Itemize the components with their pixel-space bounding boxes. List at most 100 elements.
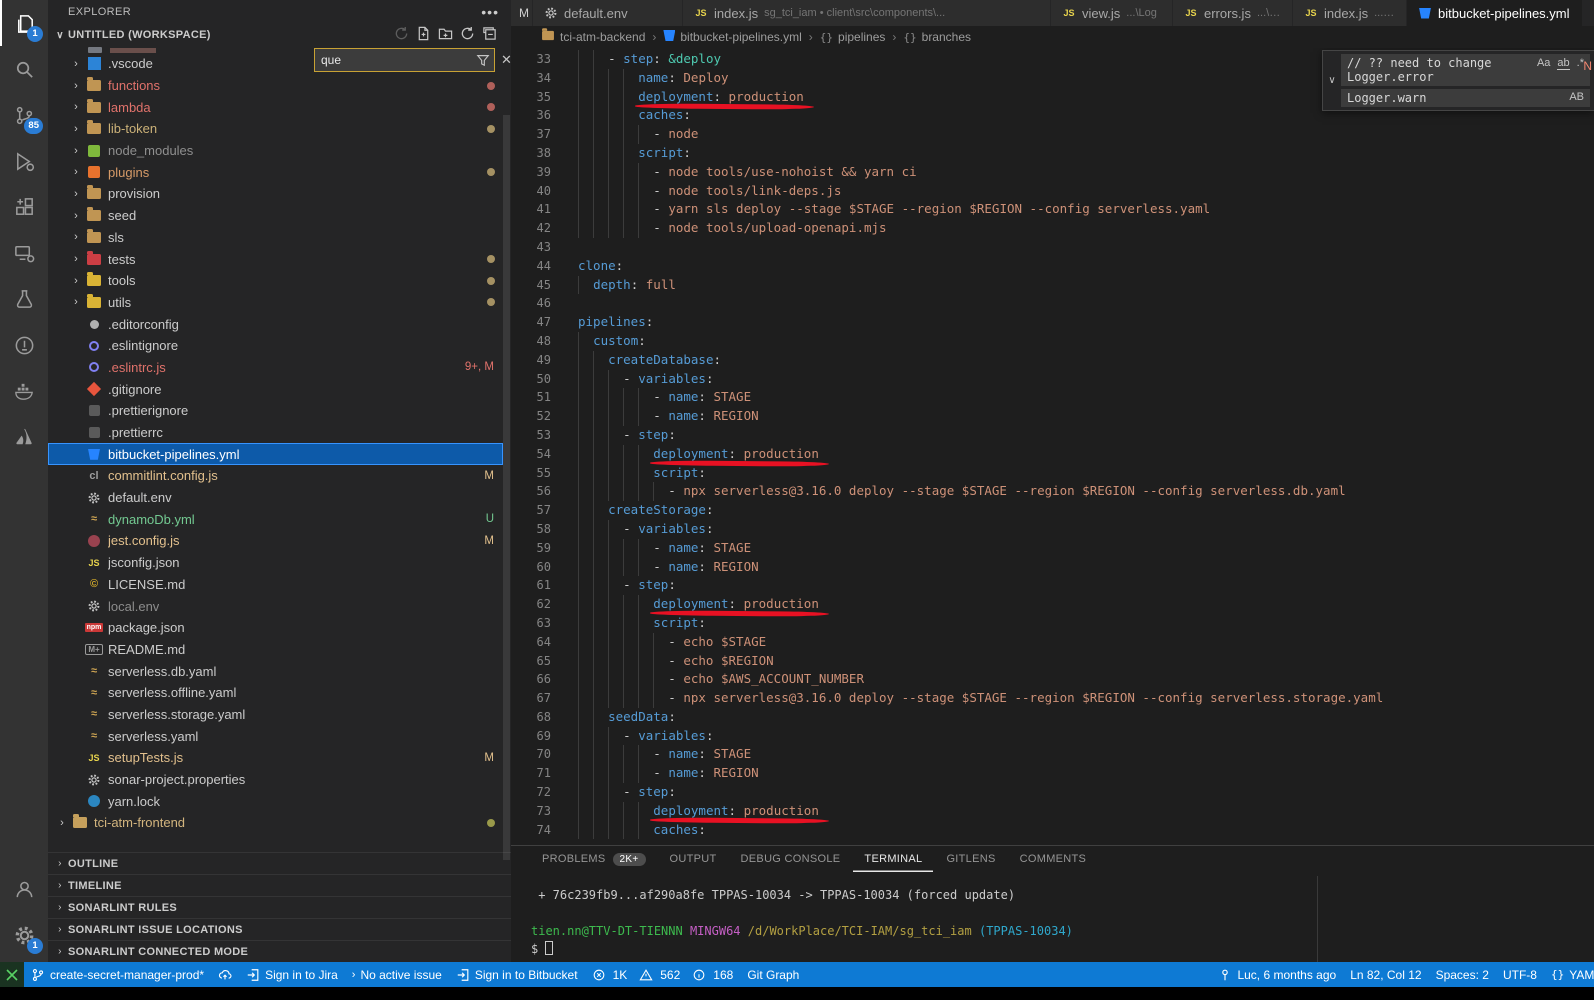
atlassian-icon[interactable] [0, 414, 48, 460]
sidebar-section-sonarlint-connected-mode[interactable]: ›SONARLINT CONNECTED MODE [48, 940, 511, 962]
docker-icon[interactable] [0, 368, 48, 414]
panel-tab-debug-console[interactable]: DEBUG CONSOLE [730, 846, 852, 872]
tree-item-serverless-yaml[interactable]: ≈serverless.yaml [48, 725, 503, 747]
sidebar-section-outline[interactable]: ›OUTLINE [48, 852, 511, 874]
tree-item-default-env[interactable]: default.env [48, 487, 503, 509]
terminal[interactable]: + 76c239fb9...af290a8fe TPPAS-10034 -> T… [511, 886, 1594, 959]
sidebar-section-timeline[interactable]: ›TIMELINE [48, 874, 511, 896]
tree-item-serverless-storage-yaml[interactable]: ≈serverless.storage.yaml [48, 704, 503, 726]
source-control-icon[interactable]: 85 [0, 92, 48, 138]
tree-item-jsconfig-json[interactable]: JSjsconfig.json [48, 552, 503, 574]
panel-tab-terminal[interactable]: TERMINAL [853, 846, 933, 872]
refresh-icon[interactable] [394, 26, 409, 44]
breadcrumb-item-branches[interactable]: {}branches [903, 30, 971, 44]
run-debug-icon[interactable] [0, 138, 48, 184]
tree-item--prettierrc[interactable]: .prettierrc [48, 422, 503, 444]
tree-item-sls[interactable]: ›sls [48, 227, 503, 249]
tab-errors-js[interactable]: JSerrors.js...\core [1173, 0, 1293, 26]
tree-item-license-md[interactable]: ©LICENSE.md [48, 574, 503, 596]
tree-item-provision[interactable]: ›provision [48, 183, 503, 205]
tree-item-readme-md[interactable]: M+README.md [48, 639, 503, 661]
new-file-icon[interactable] [416, 26, 431, 44]
account-icon[interactable] [0, 866, 48, 912]
workspace-header[interactable]: ∨ UNTITLED (WORKSPACE) [48, 24, 511, 46]
tree-item-commitlint-config-js[interactable]: clcommitlint.config.jsM [48, 465, 503, 487]
tree-item-tests[interactable]: ›tests [48, 248, 503, 270]
gitlens-icon[interactable] [0, 322, 48, 368]
sidebar-section-sonarlint-rules[interactable]: ›SONARLINT RULES [48, 896, 511, 918]
tree-item-setuptests-js[interactable]: JSsetupTests.jsM [48, 747, 503, 769]
statusbar-jira-signin[interactable]: Sign in to Jira [239, 962, 345, 987]
tree-item-sonar-project-properties[interactable]: sonar-project.properties [48, 769, 503, 791]
statusbar-language-mode[interactable]: {}YAML [1544, 962, 1594, 987]
new-folder-icon[interactable] [438, 26, 453, 44]
tree-item-bitbucket-pipelines-yml[interactable]: bitbucket-pipelines.yml [48, 443, 503, 465]
collapse-all-icon[interactable] [482, 26, 497, 44]
refresh-icon[interactable] [460, 26, 475, 44]
tab-partial[interactable]: M [511, 0, 533, 26]
whole-word-icon[interactable]: ab [1557, 57, 1569, 70]
more-actions-icon[interactable]: ••• [481, 4, 499, 20]
panel-tab-comments[interactable]: COMMENTS [1009, 846, 1098, 872]
tree-item--eslintignore[interactable]: .eslintignore [48, 335, 503, 357]
extensions-icon[interactable] [0, 184, 48, 230]
preserve-case-icon[interactable]: AB [1569, 91, 1584, 105]
tree-item-serverless-db-yaml[interactable]: ≈serverless.db.yaml [48, 660, 503, 682]
statusbar-cursor-position[interactable]: Ln 82, Col 12 [1343, 962, 1428, 987]
match-case-icon[interactable]: Aa [1537, 57, 1550, 70]
find-input[interactable]: // ?? need to change Aa ab .* Logger.err… [1341, 54, 1590, 86]
tree-item-tci-atm-frontend[interactable]: ›tci-atm-frontend [48, 812, 503, 834]
panel-tab-problems[interactable]: PROBLEMS2K+ [531, 846, 657, 872]
tab-index-js[interactable]: JSindex.js...\Admin [1293, 0, 1407, 26]
breadcrumb-item-pipelines[interactable]: {}pipelines [820, 30, 886, 44]
tree-item-node-modules[interactable]: ›node_modules [48, 140, 503, 162]
tree-item--editorconfig[interactable]: .editorconfig [48, 313, 503, 335]
testing-icon[interactable] [0, 276, 48, 322]
tree-item-yarn-lock[interactable]: yarn.lock [48, 790, 503, 812]
filter-funnel-icon[interactable] [476, 53, 490, 67]
code-area[interactable]: 33 - step: &deploy34 name: Deploy35 depl… [511, 48, 1594, 839]
tree-item-plugins[interactable]: ›plugins [48, 161, 503, 183]
statusbar-git-graph[interactable]: Git Graph [740, 962, 806, 987]
tree-item-utils[interactable]: ›utils [48, 292, 503, 314]
close-icon[interactable]: ✕ [501, 52, 512, 68]
replace-input[interactable]: Logger.warn AB [1341, 89, 1590, 107]
tree-item-local-env[interactable]: local.env [48, 595, 503, 617]
statusbar-active-issue[interactable]: ›No active issue [345, 962, 449, 987]
statusbar-indentation[interactable]: Spaces: 2 [1429, 962, 1496, 987]
panel-tab-output[interactable]: OUTPUT [659, 846, 728, 872]
statusbar-remote-indicator[interactable] [0, 962, 24, 987]
statusbar-blame[interactable]: Luc, 6 months ago [1211, 962, 1343, 987]
tab-view-js[interactable]: JSview.js...\Log [1051, 0, 1173, 26]
tree-item-seed[interactable]: ›seed [48, 205, 503, 227]
sidebar-section-sonarlint-issue-locations[interactable]: ›SONARLINT ISSUE LOCATIONS [48, 918, 511, 940]
statusbar-problems[interactable]: 1K562168 [585, 962, 741, 987]
tab-bitbucket-pipelines-yml[interactable]: bitbucket-pipelines.yml [1407, 0, 1583, 26]
panel-tab-gitlens[interactable]: GITLENS [935, 846, 1006, 872]
tree-item--eslintrc-js[interactable]: .eslintrc.js9+, M [48, 357, 503, 379]
tree-item-jest-config-js[interactable]: jest.config.jsM [48, 530, 503, 552]
tree-item-serverless-offline-yaml[interactable]: ≈serverless.offline.yaml [48, 682, 503, 704]
sidebar-scrollbar[interactable] [503, 115, 510, 860]
remote-explorer-icon[interactable] [0, 230, 48, 276]
breadcrumb-item-bitbucket-pipelines-yml[interactable]: bitbucket-pipelines.yml [663, 30, 801, 44]
tree-item-package-json[interactable]: npmpackage.json [48, 617, 503, 639]
tree-item-functions[interactable]: ›functions [48, 75, 503, 97]
breadcrumb-item-tci-atm-backend[interactable]: tci-atm-backend [541, 30, 645, 44]
statusbar-bitbucket-signin[interactable]: Sign in to Bitbucket [449, 962, 585, 987]
tree-item-tools[interactable]: ›tools [48, 270, 503, 292]
statusbar-encoding[interactable]: UTF-8 [1496, 962, 1544, 987]
tree-item--prettierignore[interactable]: .prettierignore [48, 400, 503, 422]
tree-item-dynamodb-yml[interactable]: ≈dynamoDb.ymlU [48, 508, 503, 530]
statusbar-publish[interactable] [211, 962, 239, 987]
editor[interactable]: 33 - step: &deploy34 name: Deploy35 depl… [511, 48, 1594, 845]
tree-item-lib-token[interactable]: ›lib-token [48, 118, 503, 140]
breadcrumb[interactable]: tci-atm-backend›bitbucket-pipelines.yml›… [511, 26, 1594, 48]
toggle-replace-chevron-icon[interactable]: ∨ [1323, 51, 1341, 110]
tab-default-env[interactable]: default.env [533, 0, 683, 26]
tree-item-lambda[interactable]: ›lambda [48, 96, 503, 118]
explorer-icon[interactable]: 1 [0, 0, 48, 46]
tab-index-js[interactable]: JSindex.jssg_tci_iam • client\src\compon… [683, 0, 1051, 26]
statusbar-git-branch[interactable]: create-secret-manager-prod* [24, 962, 211, 987]
search-icon[interactable] [0, 46, 48, 92]
